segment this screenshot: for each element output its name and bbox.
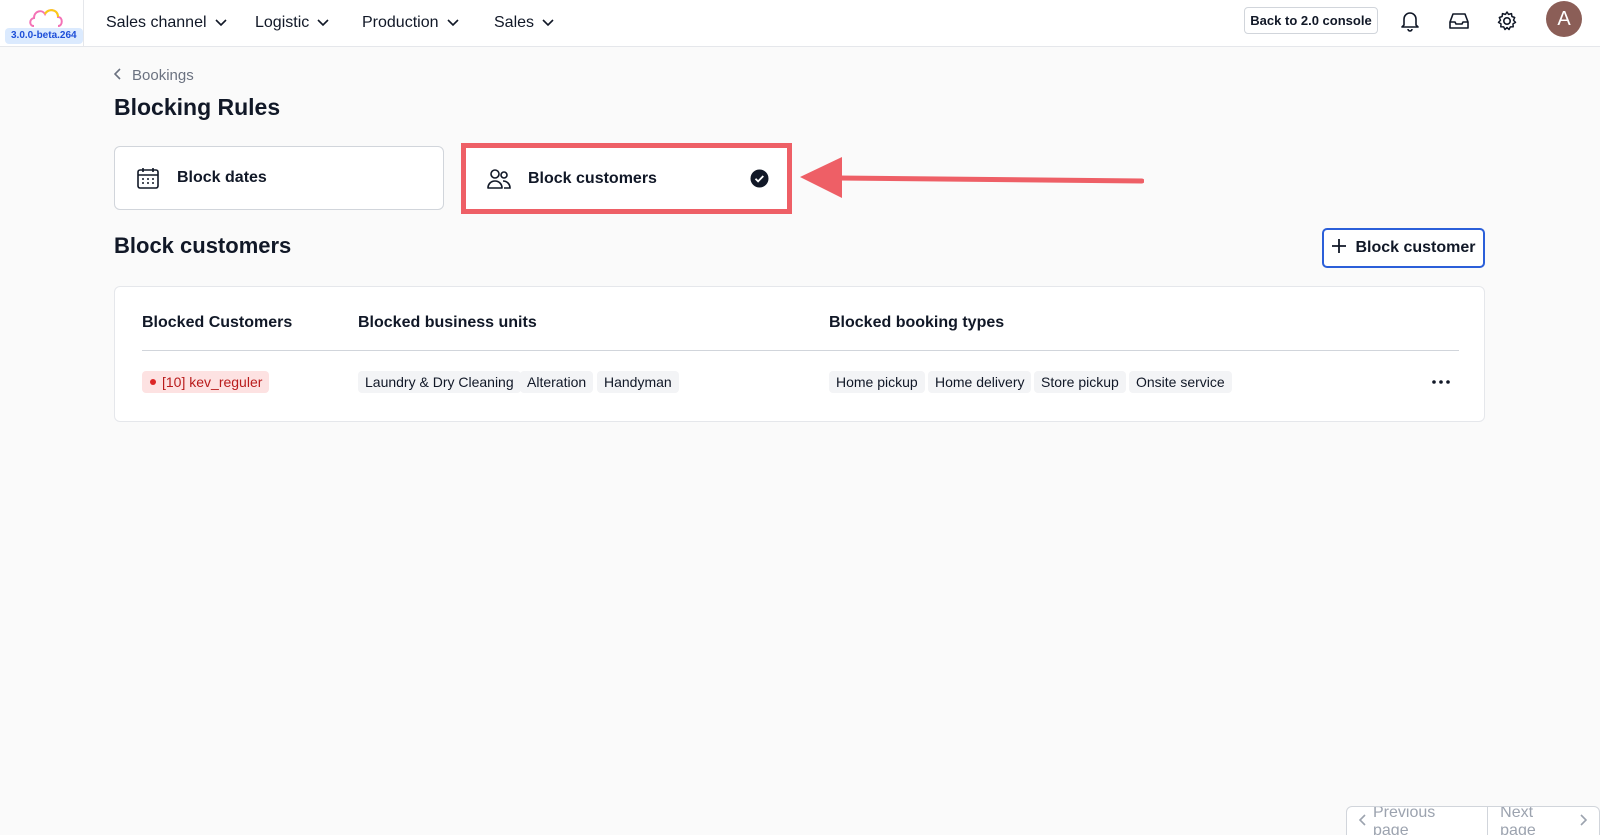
nav-label: Sales: [494, 14, 535, 31]
nav-sales-channel[interactable]: Sales channel: [106, 12, 227, 34]
next-label: Next page: [1500, 806, 1536, 835]
table-row[interactable]: [10] kev_reguler Laundry & Dry Cleaning …: [115, 351, 1484, 423]
booking-type-tag: Home delivery: [928, 371, 1032, 393]
blocked-customers-table: Blocked Customers Blocked business units…: [114, 286, 1485, 422]
booking-type-tag: Store pickup: [1034, 371, 1126, 393]
card-label: Block dates: [177, 169, 267, 186]
plus-icon: [1331, 238, 1347, 259]
nav-logistic[interactable]: Logistic: [255, 12, 329, 34]
chevron-left-icon: [1358, 813, 1367, 831]
version-badge: 3.0.0-beta.264: [5, 28, 83, 44]
chevron-down-icon: [446, 19, 459, 27]
section-title: Block customers: [114, 233, 292, 258]
status-dot-icon: [150, 379, 156, 385]
column-header-business-units: Blocked business units: [358, 314, 537, 331]
calendar-icon: [135, 165, 161, 191]
previous-label: Previous page: [1373, 806, 1436, 835]
nav-sales[interactable]: Sales: [494, 12, 554, 34]
more-options-icon[interactable]: [1429, 373, 1453, 391]
customer-label: [10] kev_reguler: [162, 374, 263, 390]
button-label: Block customer: [1355, 239, 1476, 256]
chevron-down-icon: [317, 19, 329, 27]
chevron-down-icon: [214, 19, 227, 27]
users-icon: [486, 166, 512, 192]
nav-label: Sales channel: [106, 14, 207, 31]
avatar[interactable]: A: [1546, 1, 1582, 37]
inbox-icon[interactable]: [1447, 9, 1471, 33]
previous-page-button[interactable]: Previous page: [1347, 807, 1487, 835]
breadcrumb-bookings[interactable]: Bookings: [132, 67, 194, 84]
chevron-down-icon: [542, 19, 554, 27]
business-unit-tag: Laundry & Dry Cleaning: [358, 371, 521, 393]
booking-type-tag: Onsite service: [1129, 371, 1232, 393]
booking-type-tag: Home pickup: [829, 371, 925, 393]
breadcrumb[interactable]: Bookings: [113, 67, 194, 84]
chevron-right-icon: [1579, 813, 1588, 831]
block-customers-card[interactable]: Block customers: [466, 148, 787, 209]
column-header-customers: Blocked Customers: [142, 314, 293, 331]
customer-chip[interactable]: [10] kev_reguler: [142, 371, 270, 393]
check-circle-icon: [750, 169, 769, 193]
nav-label: Production: [362, 14, 439, 31]
column-header-booking-types: Blocked booking types: [829, 314, 1005, 331]
next-page-button[interactable]: Next page: [1487, 807, 1599, 835]
pagination: Previous page Next page: [1346, 806, 1600, 835]
page-title: Blocking Rules: [114, 94, 281, 120]
nav-production[interactable]: Production: [362, 12, 459, 34]
block-customer-button[interactable]: Block customer: [1322, 228, 1485, 268]
annotation-arrow-icon: [800, 157, 1144, 198]
back-to-console-button[interactable]: Back to 2.0 console: [1244, 7, 1378, 34]
gear-icon[interactable]: [1495, 9, 1519, 33]
top-navigation-bar: 3.0.0-beta.264 Sales channel Logistic Pr…: [0, 0, 1600, 47]
bell-icon[interactable]: [1398, 9, 1422, 33]
business-unit-tag: Handyman: [597, 371, 679, 393]
business-unit-tag: Alteration: [520, 371, 594, 393]
card-label: Block customers: [528, 169, 657, 187]
nav-label: Logistic: [255, 14, 310, 31]
cloud-logo-icon: [29, 9, 63, 27]
logo[interactable]: 3.0.0-beta.264: [0, 0, 84, 47]
block-dates-card[interactable]: Block dates: [114, 146, 444, 210]
chevron-left-icon: [113, 67, 122, 84]
